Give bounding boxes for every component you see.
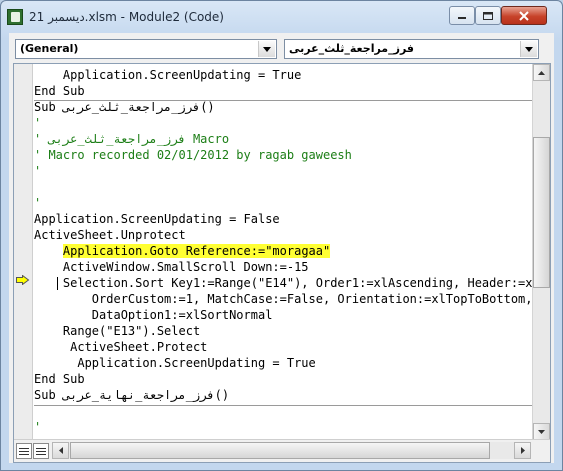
procedure-view-button[interactable] <box>16 443 32 459</box>
code-line[interactable]: Selection.Sort Key1:=Range("E14"), Order… <box>34 275 532 291</box>
code-line[interactable]: Application.ScreenUpdating = False <box>34 211 280 227</box>
title-bar[interactable]: 21 ديسمبر.xlsm - Module2 (Code) <box>1 1 562 33</box>
full-module-view-button[interactable] <box>33 443 49 459</box>
code-line[interactable]: Sub فرز_مراجعة_ثلث_عربى() <box>34 99 215 115</box>
arrow-up-icon <box>538 70 545 75</box>
object-dropdown[interactable]: (General) <box>15 39 277 59</box>
size-grip <box>533 445 550 462</box>
chevron-down-icon[interactable] <box>520 41 537 57</box>
execution-highlight: Application.Goto Reference:="moragaa" <box>62 244 331 258</box>
full-module-view-icon <box>36 447 46 449</box>
arrow-down-icon <box>538 429 545 434</box>
code-line[interactable]: Application.ScreenUpdating = True <box>34 355 315 371</box>
vertical-scroll-thumb[interactable] <box>533 137 550 288</box>
procedure-separator <box>34 405 532 406</box>
code-line[interactable]: DataOption1:=xlSortNormal <box>34 307 273 323</box>
bottom-bar <box>14 439 550 462</box>
close-icon <box>519 10 529 21</box>
scroll-right-button[interactable] <box>514 442 531 459</box>
minimize-button[interactable] <box>449 6 475 25</box>
code-window-client: (General) فرز_مراجعة_ثلث_عربى Applicatio… <box>9 33 554 463</box>
vba-code-module-icon <box>7 9 23 25</box>
code-line[interactable]: ' فرز_مراجعة_ثلث_عربى Macro <box>34 131 229 147</box>
horizontal-scroll-thumb[interactable] <box>70 442 490 459</box>
arrow-right-icon <box>520 447 525 454</box>
window-title: 21 ديسمبر.xlsm - Module2 (Code) <box>29 10 224 24</box>
code-line[interactable]: ' <box>34 419 41 435</box>
code-line[interactable]: ' <box>34 163 41 179</box>
margin-indicator-bar[interactable] <box>14 64 33 440</box>
code-area[interactable]: Application.ScreenUpdating = True End Sub… <box>34 64 532 440</box>
procedure-dropdown[interactable]: فرز_مراجعة_ثلث_عربى <box>284 39 539 59</box>
code-line[interactable]: ActiveSheet.Unprotect <box>34 227 186 243</box>
code-line[interactable]: Range("E13").Select <box>34 323 200 339</box>
procedure-dropdown-value: فرز_مراجعة_ثلث_عربى <box>289 42 414 55</box>
close-button[interactable] <box>501 6 547 25</box>
code-line[interactable]: Sub فرز_مراجعة_نهاية_عربى() <box>34 387 229 403</box>
arrow-left-icon <box>58 447 63 454</box>
code-line[interactable]: OrderCustom:=1, MatchCase:=False, Orient… <box>34 291 532 307</box>
code-line[interactable]: ' Macro recorded 02/01/2012 by ragab gaw… <box>34 147 352 163</box>
object-dropdown-value: (General) <box>20 42 79 55</box>
code-line[interactable]: ' <box>34 115 41 131</box>
code-line[interactable]: End Sub <box>34 371 85 387</box>
code-line[interactable]: ActiveSheet.Protect <box>34 339 207 355</box>
vbe-code-window: 21 ديسمبر.xlsm - Module2 (Code) (General… <box>0 0 563 471</box>
vertical-scrollbar[interactable] <box>532 64 550 440</box>
minimize-icon <box>458 16 466 19</box>
procedure-view-icon <box>19 447 29 449</box>
maximize-icon <box>483 11 493 20</box>
code-line[interactable]: Application.Goto Reference:="moragaa" <box>34 243 331 259</box>
maximize-button[interactable] <box>475 6 501 25</box>
scroll-left-button[interactable] <box>52 442 69 459</box>
scroll-down-button[interactable] <box>533 423 550 440</box>
execution-arrow-icon <box>16 275 30 285</box>
code-line[interactable]: Application.ScreenUpdating = True <box>34 67 301 83</box>
code-line[interactable]: End Sub <box>34 83 85 99</box>
code-line[interactable]: ActiveWindow.SmallScroll Down:=-15 <box>34 259 309 275</box>
code-editor[interactable]: Application.ScreenUpdating = True End Sub… <box>13 63 551 463</box>
chevron-down-icon[interactable] <box>258 41 275 57</box>
code-line[interactable]: ' <box>34 195 41 211</box>
scroll-up-button[interactable] <box>533 64 550 81</box>
